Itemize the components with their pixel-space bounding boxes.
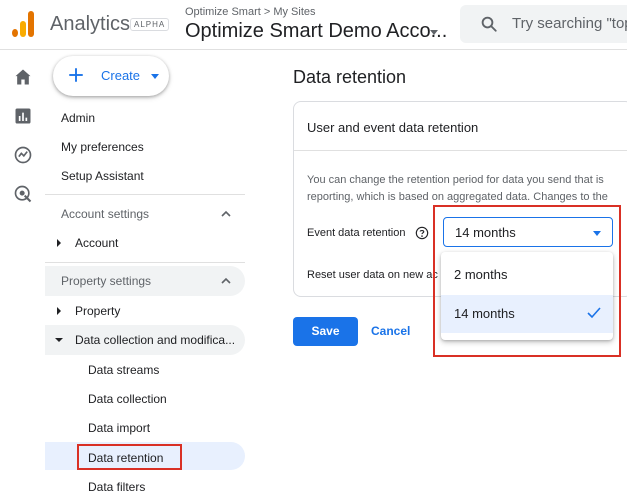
- property-settings-header[interactable]: Property settings: [45, 266, 245, 296]
- plus-icon: [69, 68, 83, 82]
- nav-data-filters[interactable]: Data filters: [88, 480, 145, 494]
- description-line: reporting, which is based on aggregated …: [307, 191, 608, 203]
- account-settings-header[interactable]: Account settings: [45, 199, 245, 229]
- nav-data-collection-modification: Data collection and modifica...: [75, 333, 236, 347]
- nav-data-streams[interactable]: Data streams: [88, 363, 159, 377]
- home-icon[interactable]: [13, 67, 33, 87]
- divider: [294, 150, 627, 151]
- advertising-icon[interactable]: [13, 184, 33, 204]
- section-label: Property settings: [61, 274, 152, 288]
- save-button[interactable]: Save: [293, 317, 358, 346]
- description-line: You can change the retention period for …: [307, 174, 604, 186]
- section-label: Account settings: [61, 207, 150, 221]
- explore-icon[interactable]: [13, 145, 33, 165]
- divider: [45, 262, 245, 263]
- search-input[interactable]: Try searching "top: [460, 5, 627, 43]
- annotation-highlight-box: [77, 444, 182, 470]
- app-title: Analytics: [50, 13, 131, 35]
- chevron-up-icon: [221, 210, 231, 217]
- nav-account[interactable]: Account: [75, 236, 118, 250]
- search-placeholder: Try searching "top: [512, 15, 627, 32]
- cancel-button[interactable]: Cancel: [371, 324, 410, 338]
- expand-down-icon: [55, 338, 63, 342]
- chevron-down-icon[interactable]: [430, 30, 438, 35]
- nav-admin[interactable]: Admin: [61, 111, 95, 125]
- help-icon[interactable]: [415, 226, 429, 240]
- nav-data-collection[interactable]: Data collection: [88, 392, 167, 406]
- create-label: Create: [101, 68, 141, 83]
- expand-right-icon[interactable]: [57, 307, 61, 315]
- chevron-down-icon: [151, 74, 159, 79]
- data-collection-modification-row[interactable]: Data collection and modifica...: [45, 325, 245, 355]
- nav-data-import[interactable]: Data import: [88, 421, 150, 435]
- breadcrumb[interactable]: Optimize Smart > My Sites: [185, 6, 316, 18]
- left-rail: [0, 50, 45, 500]
- nav-my-preferences[interactable]: My preferences: [61, 140, 144, 154]
- search-icon: [481, 16, 497, 32]
- alpha-badge: ALPHA: [130, 18, 170, 31]
- event-retention-label: Event data retention: [307, 227, 406, 239]
- nav-setup-assistant[interactable]: Setup Assistant: [61, 169, 144, 183]
- page-title: Data retention: [293, 67, 407, 87]
- annotation-highlight-box: [433, 205, 621, 357]
- account-selector[interactable]: Optimize Smart Demo Acco...: [185, 20, 447, 43]
- retention-description: You can change the retention period for …: [307, 172, 627, 206]
- card-title: User and event data retention: [307, 120, 479, 135]
- expand-right-icon[interactable]: [57, 239, 61, 247]
- nav-property[interactable]: Property: [75, 304, 120, 318]
- create-button[interactable]: Create: [53, 56, 169, 96]
- divider: [45, 194, 245, 195]
- top-header: Analytics ALPHA Optimize Smart > My Site…: [0, 0, 627, 50]
- analytics-logo-icon[interactable]: [12, 11, 36, 37]
- chevron-up-icon: [221, 277, 231, 284]
- reports-icon[interactable]: [13, 106, 33, 126]
- admin-sidebar: Create Admin My preferences Setup Assist…: [45, 50, 250, 500]
